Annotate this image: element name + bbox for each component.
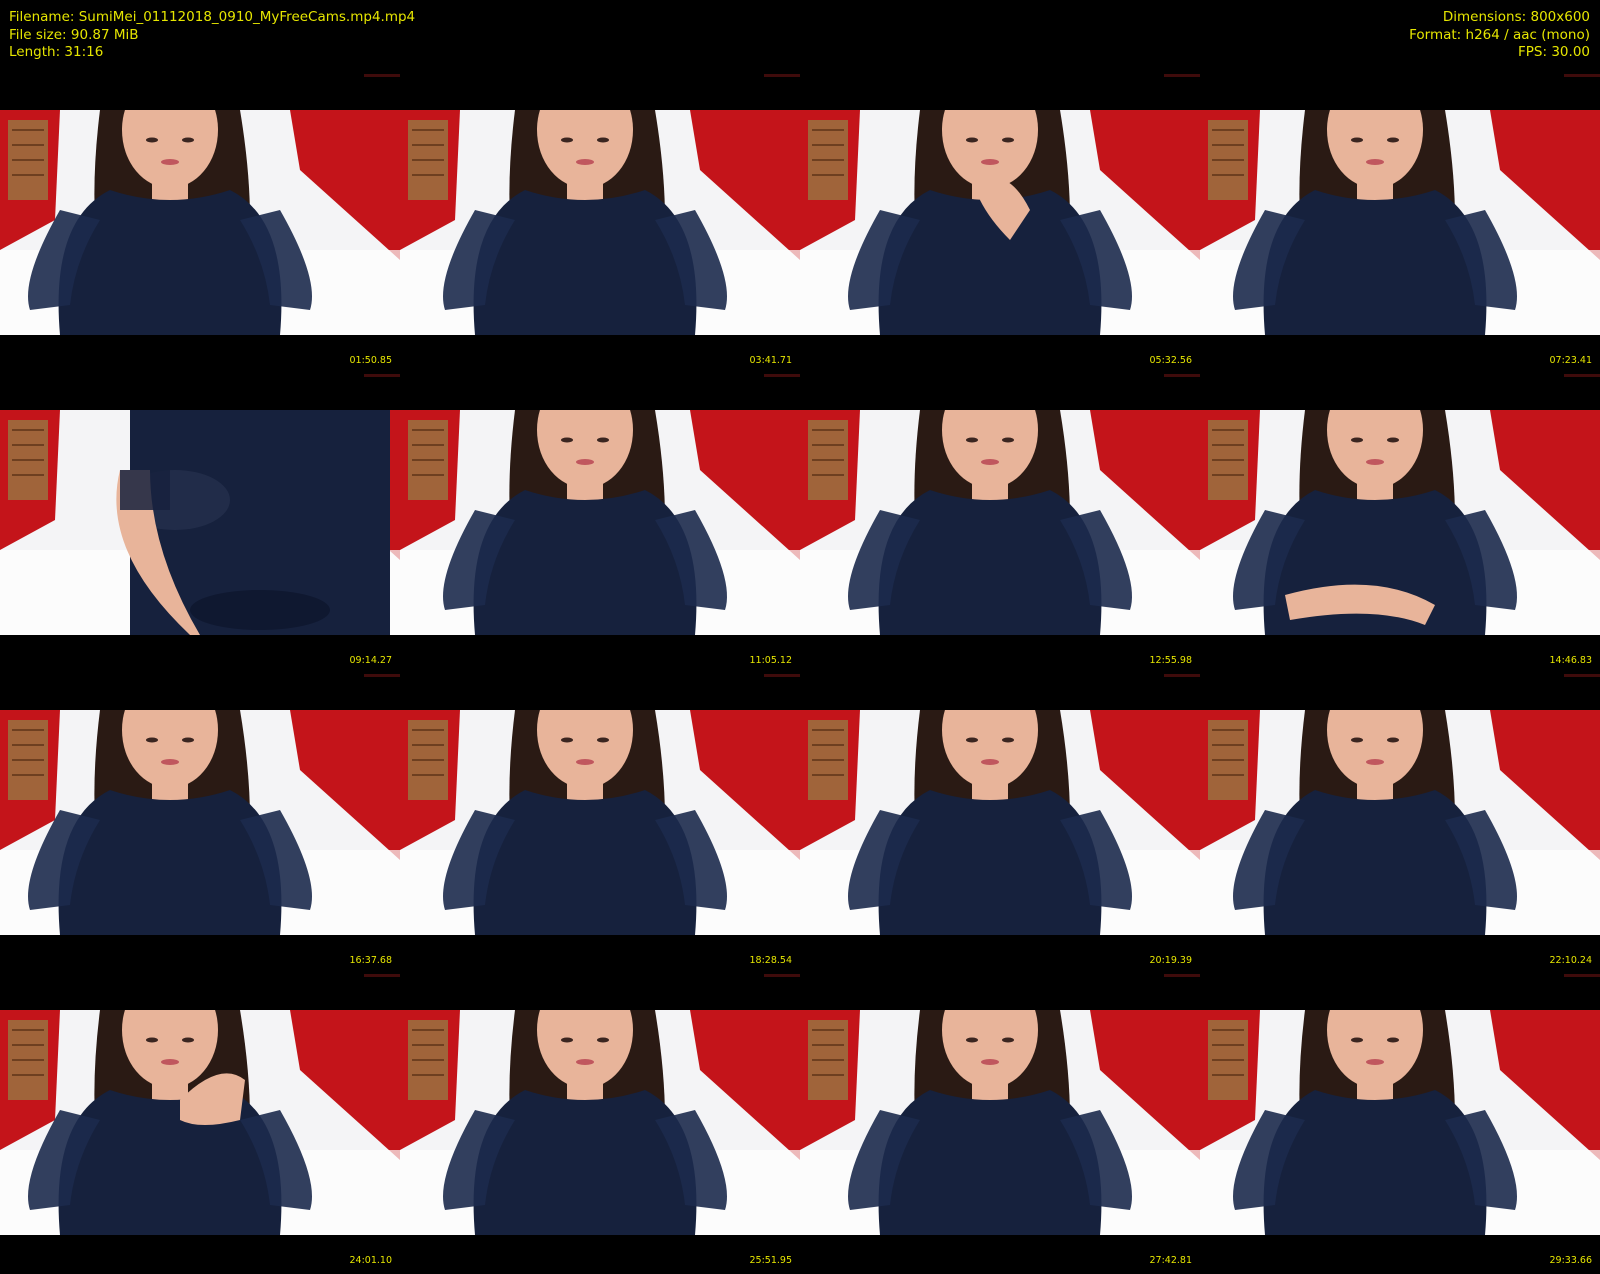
thumbnail-timestamp: 11:05.12 [749, 655, 793, 666]
watermark [1540, 374, 1600, 379]
watermark [740, 974, 800, 979]
watermark [340, 674, 400, 679]
watermark [340, 974, 400, 979]
video-thumbnail [800, 1010, 1200, 1235]
thumbnail-timestamp: 12:55.98 [1149, 655, 1193, 666]
watermark [1140, 674, 1200, 679]
video-thumbnail [400, 410, 800, 635]
thumbnail-image [400, 110, 800, 335]
thumbnail-image [400, 710, 800, 935]
thumbnail-timestamp: 18:28.54 [749, 955, 793, 966]
video-thumbnail [0, 410, 400, 635]
watermark [1540, 974, 1600, 979]
thumbnail-image [400, 1010, 800, 1235]
video-thumbnail [1200, 1010, 1600, 1235]
watermark [1540, 74, 1600, 79]
watermark [740, 74, 800, 79]
thumbnail-timestamp: 01:50.85 [349, 355, 393, 366]
video-thumbnail [0, 1010, 400, 1235]
watermark [1140, 374, 1200, 379]
thumbnail-timestamp: 16:37.68 [349, 955, 393, 966]
thumbnail-timestamp: 24:01.10 [349, 1255, 393, 1266]
thumbnail-image [1200, 410, 1600, 635]
thumbnail-image [400, 410, 800, 635]
watermark [740, 374, 800, 379]
thumbnail-image [1200, 710, 1600, 935]
thumbnail-timestamp: 25:51.95 [749, 1255, 793, 1266]
watermark [1540, 674, 1600, 679]
thumbnail-image [800, 1010, 1200, 1235]
video-thumbnail [800, 110, 1200, 335]
video-thumbnail [1200, 110, 1600, 335]
thumbnail-timestamp: 03:41.71 [749, 355, 793, 366]
thumbnail-grid: 01:50.85 03:41.71 05:32.56 07:23.41 09:1… [0, 0, 1600, 1274]
thumbnail-image [1200, 110, 1600, 335]
watermark [1140, 974, 1200, 979]
video-thumbnail [800, 410, 1200, 635]
thumbnail-timestamp: 20:19.39 [1149, 955, 1193, 966]
thumbnail-timestamp: 05:32.56 [1149, 355, 1193, 366]
watermark [1140, 74, 1200, 79]
thumbnail-image [800, 110, 1200, 335]
video-thumbnail [0, 110, 400, 335]
thumbnail-timestamp: 27:42.81 [1149, 1255, 1193, 1266]
watermark [340, 74, 400, 79]
thumbnail-timestamp: 09:14.27 [349, 655, 393, 666]
video-thumbnail [400, 110, 800, 335]
thumbnail-timestamp: 07:23.41 [1549, 355, 1593, 366]
video-thumbnail [0, 710, 400, 935]
watermark [740, 674, 800, 679]
video-thumbnail [400, 710, 800, 935]
thumbnail-image [0, 710, 400, 935]
video-thumbnail [1200, 710, 1600, 935]
thumbnail-image [1200, 1010, 1600, 1235]
thumbnail-image [0, 410, 400, 635]
thumbnail-timestamp: 14:46.83 [1549, 655, 1593, 666]
video-thumbnail [800, 710, 1200, 935]
thumbnail-timestamp: 22:10.24 [1549, 955, 1593, 966]
thumbnail-timestamp: 29:33.66 [1549, 1255, 1593, 1266]
video-thumbnail [400, 1010, 800, 1235]
video-thumbnail [1200, 410, 1600, 635]
thumbnail-image [0, 110, 400, 335]
thumbnail-image [800, 410, 1200, 635]
thumbnail-image [0, 1010, 400, 1235]
thumbnail-image [800, 710, 1200, 935]
watermark [340, 374, 400, 379]
